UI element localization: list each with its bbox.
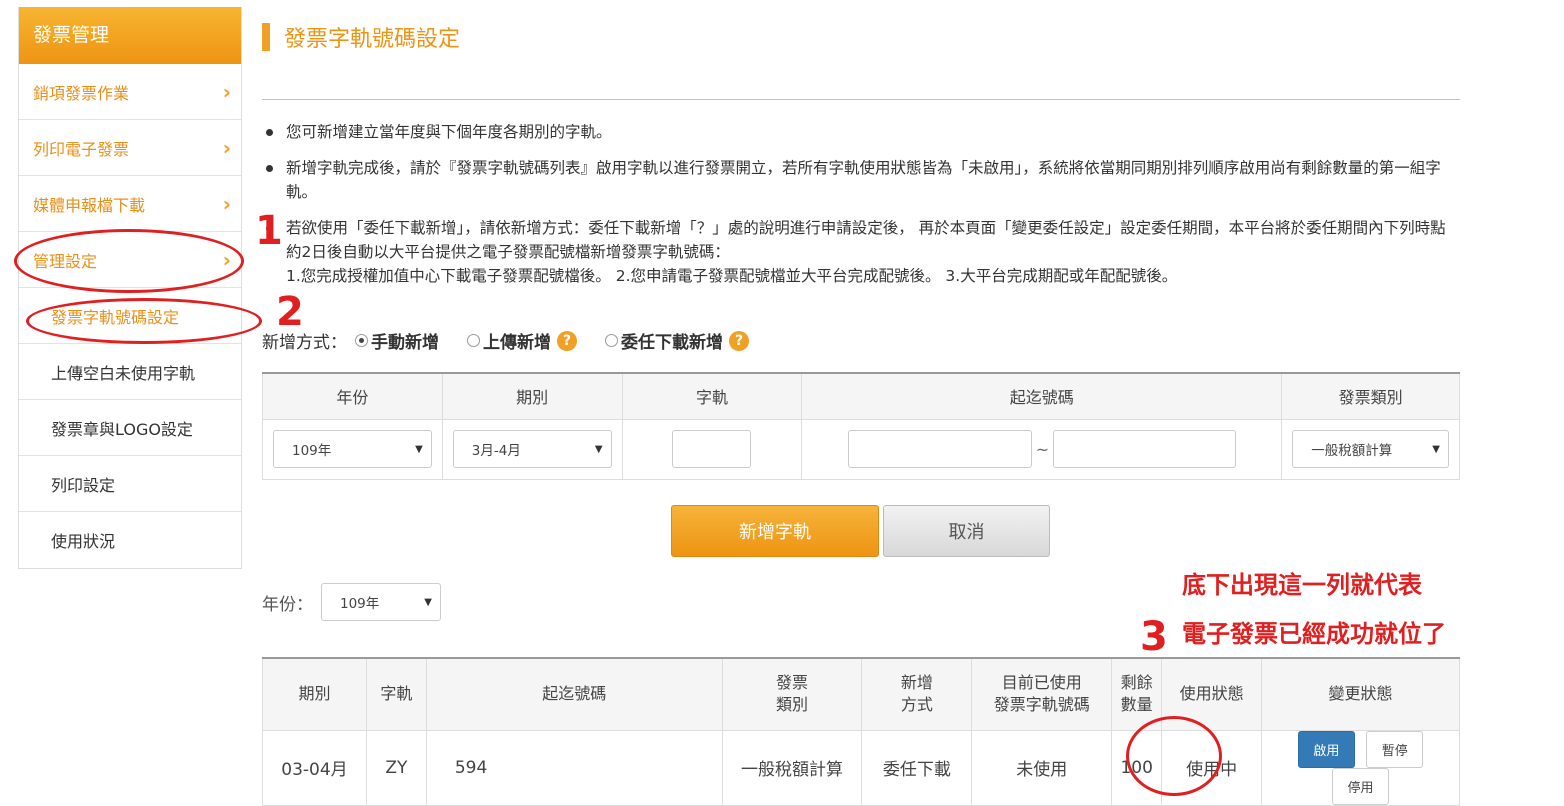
col-header: 發票 類別 [721, 657, 863, 731]
range-end-input[interactable] [1053, 430, 1236, 468]
col-header: 期別 [262, 657, 367, 731]
enable-button[interactable]: 啟用 [1297, 730, 1355, 768]
cell-range: 594 [425, 729, 723, 806]
cancel-button[interactable]: 取消 [883, 505, 1050, 557]
col-header: 起迄號碼 [425, 657, 723, 731]
sidebar-item-label: 銷項發票作業 [33, 83, 130, 103]
sidebar-item-sales-invoice[interactable]: 銷項發票作業 › [19, 64, 241, 120]
title-divider [262, 99, 1460, 100]
col-header: 起迄號碼 [801, 372, 1283, 420]
cell-actions: 啟用 暫停 停用 [1261, 729, 1460, 806]
note-text: 1.您完成授權加值中心下載電子發票配號檔後。 2.您申請電子發票配號檔並大平台完… [286, 267, 1178, 285]
page-title: 發票字軌號碼設定 [284, 27, 461, 52]
track-input[interactable] [672, 430, 752, 468]
period-select[interactable]: 3月-4月 ▼ [452, 430, 612, 468]
annotation-number-3: 3 [1140, 614, 1168, 660]
sidebar-item-label: 列印電子發票 [33, 139, 130, 159]
year-filter-label: 年份： [262, 594, 313, 615]
track-list-table: 期別 字軌 起迄號碼 發票 類別 新增 方式 目前已使用 發票字軌號碼 剩餘 數… [262, 657, 1460, 806]
col-header: 期別 [441, 372, 623, 420]
range-start-input[interactable] [847, 430, 1032, 468]
annotation-number-2: 2 [276, 289, 304, 335]
radio-label: 委任下載新增 [621, 333, 723, 353]
title-accent-bar [262, 23, 270, 51]
range-cell: ~ [801, 418, 1283, 480]
annotation-circle-track-setting [26, 298, 262, 344]
disable-button[interactable]: 停用 [1332, 767, 1390, 805]
dropdown-arrow-icon: ▼ [594, 443, 603, 455]
pause-button[interactable]: 暫停 [1366, 730, 1424, 768]
select-value: 一般稅額計算 [1311, 443, 1393, 459]
note-item: 若欲使用「委任下載新增」，請依新增方式：委任下載新增「？」處的說明進行申請設定後… [262, 216, 1460, 288]
add-track-button[interactable]: 新增字軌 [671, 505, 879, 557]
radio-upload[interactable]: 上傳新增 ? [467, 328, 577, 353]
annotation-number-1: 1 [255, 208, 283, 254]
add-method-group: 新增方式： 手動新增 上傳新增 ? 委任下載新增 ? [262, 328, 777, 353]
col-header: 字軌 [621, 372, 803, 420]
notes-list: 您可新增建立當年度與下個年度各期別的字軌。 新增字軌完成後，請於『發票字軌號碼列… [262, 120, 1460, 300]
type-cell: 一般稅額計算 ▼ [1281, 418, 1460, 480]
annotation-circle-management [14, 229, 244, 293]
cell-used: 未使用 [971, 729, 1113, 806]
note-item: 您可新增建立當年度與下個年度各期別的字軌。 [262, 120, 1460, 144]
dropdown-arrow-icon: ▼ [415, 443, 423, 455]
cell-period: 03-04月 [262, 729, 367, 806]
year-filter: 年份： 109年 ▼ [262, 583, 441, 621]
col-header: 新增 方式 [861, 657, 973, 731]
cell-method: 委任下載 [861, 729, 973, 806]
sidebar-header: 發票管理 [19, 7, 241, 64]
select-value: 109年 [292, 443, 332, 459]
annotation-text-line2: 電子發票已經成功就位了 [1182, 620, 1446, 648]
year-filter-select[interactable]: 109年 ▼ [321, 583, 441, 621]
radio-button[interactable] [605, 334, 618, 347]
table-row: 03-04月 ZY 594 一般稅額計算 委任下載 未使用 100 使用中 啟用… [262, 729, 1460, 806]
note-item: 新增字軌完成後，請於『發票字軌號碼列表』啟用字軌以進行發票開立，若所有字軌使用狀… [262, 156, 1460, 204]
cell-type: 一般稅額計算 [721, 729, 863, 806]
radio-button[interactable] [355, 334, 368, 347]
radio-label: 手動新增 [371, 333, 439, 353]
chevron-right-icon: › [222, 191, 231, 216]
period-cell: 3月-4月 ▼ [441, 418, 623, 480]
add-method-label: 新增方式： [262, 333, 347, 353]
sidebar-subitem-upload-blank[interactable]: 上傳空白未使用字軌 [19, 344, 241, 400]
track-cell [621, 418, 803, 480]
year-cell: 109年 ▼ [262, 418, 443, 480]
radio-delegated[interactable]: 委任下載新增 ? [605, 328, 749, 353]
sidebar-subitem-stamp-logo[interactable]: 發票章與LOGO設定 [19, 400, 241, 456]
add-track-form: 年份 期別 字軌 起迄號碼 發票類別 109年 ▼ 3月-4月 ▼ ~ 一般稅額… [262, 372, 1460, 480]
select-value: 3月-4月 [471, 443, 521, 459]
col-header: 變更狀態 [1261, 657, 1460, 731]
dropdown-arrow-icon: ▼ [1432, 443, 1440, 455]
chevron-right-icon: › [222, 79, 231, 104]
sidebar-subitem-usage[interactable]: 使用狀況 [19, 512, 241, 568]
select-value: 109年 [340, 596, 380, 612]
col-header: 發票類別 [1281, 372, 1460, 420]
page-title-wrap: 發票字軌號碼設定 [262, 22, 460, 52]
sidebar-item-print-invoice[interactable]: 列印電子發票 › [19, 120, 241, 176]
col-header: 字軌 [365, 657, 427, 731]
note-text: 若欲使用「委任下載新增」，請依新增方式：委任下載新增「？」處的說明進行申請設定後… [286, 219, 1446, 261]
sidebar-item-media-download[interactable]: 媒體申報檔下載 › [19, 176, 241, 232]
annotation-text-line1: 底下出現這一列就代表 [1182, 571, 1422, 599]
radio-button[interactable] [467, 334, 480, 347]
annotation-circle-status [1126, 716, 1222, 796]
chevron-right-icon: › [222, 135, 231, 160]
dropdown-arrow-icon: ▼ [424, 596, 432, 608]
range-separator: ~ [1035, 439, 1049, 459]
help-icon[interactable]: ? [557, 330, 577, 351]
year-select[interactable]: 109年 ▼ [273, 430, 432, 468]
col-header: 目前已使用 發票字軌號碼 [971, 657, 1113, 731]
cell-track: ZY [365, 729, 427, 806]
sidebar-subitem-print-setting[interactable]: 列印設定 [19, 456, 241, 512]
help-icon[interactable]: ? [729, 330, 749, 351]
invoice-type-select[interactable]: 一般稅額計算 ▼ [1292, 430, 1449, 468]
radio-manual[interactable]: 手動新增 [355, 328, 439, 353]
sidebar-item-label: 媒體申報檔下載 [33, 195, 146, 215]
radio-label: 上傳新增 [483, 333, 551, 353]
col-header: 年份 [262, 372, 443, 420]
